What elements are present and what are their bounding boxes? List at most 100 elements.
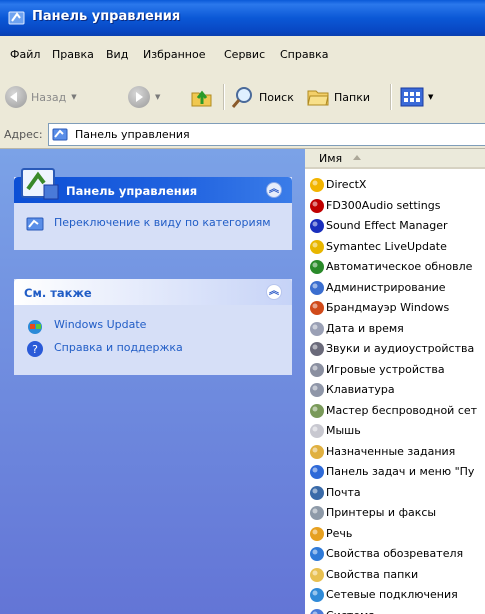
see-also-section-header[interactable]: См. также ︽ <box>14 279 292 305</box>
category-view-icon <box>26 217 44 231</box>
back-label: Назад <box>31 90 67 104</box>
address-bar: Адрес: Панель управления <box>0 120 485 149</box>
back-button[interactable]: Назад ▼ <box>5 85 77 109</box>
list-item-label: Свойства папки <box>326 567 419 581</box>
list-item[interactable]: Symantec LiveUpdate <box>305 237 485 258</box>
back-arrow-icon <box>5 86 27 108</box>
address-label: Адрес: <box>4 128 43 141</box>
auto-update-icon <box>310 260 324 274</box>
control-panel-section-header[interactable]: Панель управления ︽ <box>14 168 292 203</box>
folders-button[interactable]: Папки <box>306 85 370 109</box>
list-item-label: Звуки и аудиоустройства <box>326 342 475 355</box>
list-item[interactable]: Sound Effect Manager <box>305 216 485 237</box>
list-item[interactable]: Автоматическое обновле <box>305 257 485 278</box>
list-item-label: Принтеры и факсы <box>326 506 437 519</box>
sort-ascending-icon <box>353 155 361 160</box>
list-item-label: DirectX <box>326 178 367 191</box>
forward-dropdown-icon[interactable]: ▼ <box>155 93 160 101</box>
see-also-section: См. также ︽ Windows Update ? Справка и п… <box>14 279 292 375</box>
internet-options-icon <box>310 547 324 561</box>
list-item-label: Автоматическое обновле <box>326 260 473 273</box>
name-column-header[interactable]: Имя <box>305 149 485 169</box>
title-bar[interactable]: Панель управления <box>0 0 485 36</box>
list-item[interactable]: Клавиатура <box>305 380 485 401</box>
file-list: DirectX FD300Audio settings Sound Effect M… <box>305 175 485 614</box>
views-button[interactable]: ▼ <box>400 85 433 109</box>
admin-tools-icon <box>310 280 324 295</box>
help-icon: ? <box>27 341 43 357</box>
list-item[interactable]: Панель задач и меню "Пу <box>305 462 485 483</box>
list-item-label: Почта <box>326 485 361 499</box>
list-item[interactable]: Речь <box>305 524 485 545</box>
menu-tools[interactable]: Сервис <box>224 48 265 61</box>
search-icon <box>231 87 252 108</box>
list-item-label: Мастер беспроводной сет <box>326 403 478 417</box>
menu-bar: Файл Правка Вид Избранное Сервис Справка <box>0 36 485 77</box>
help-and-support-label: Справка и поддержка <box>54 341 183 354</box>
search-label: Поиск <box>259 90 294 104</box>
menu-favorites[interactable]: Избранное <box>143 48 205 61</box>
forward-arrow-icon <box>128 86 150 108</box>
firewall-icon <box>310 301 324 315</box>
views-icon <box>400 87 424 107</box>
menu-help[interactable]: Справка <box>280 48 328 61</box>
list-item[interactable]: Мастер беспроводной сет <box>305 401 485 422</box>
folder-options-icon <box>310 567 324 582</box>
task-pane: Панель управления ︽ Переключение к виду … <box>0 149 305 614</box>
list-item[interactable]: Свойства папки <box>305 565 485 586</box>
printers-icon <box>310 506 324 520</box>
control-panel-icon <box>8 11 25 25</box>
list-item[interactable]: Мышь <box>305 421 485 442</box>
list-item[interactable]: Принтеры и факсы <box>305 503 485 524</box>
collapse-chevron-icon[interactable]: ︽ <box>266 284 282 300</box>
control-panel-small-icon <box>52 128 68 141</box>
help-and-support-link[interactable]: ? Справка и поддержка <box>24 340 282 357</box>
fd300-icon <box>310 198 324 213</box>
list-item-label: Клавиатура <box>326 383 395 396</box>
menu-file[interactable]: Файл <box>10 48 40 61</box>
list-item[interactable]: Система <box>305 606 485 614</box>
menu-edit[interactable]: Правка <box>52 48 94 61</box>
system-icon <box>310 608 324 614</box>
list-item[interactable]: Почта <box>305 483 485 504</box>
views-dropdown-icon: ▼ <box>428 93 434 101</box>
windows-update-link[interactable]: Windows Update <box>24 317 282 334</box>
list-item[interactable]: Дата и время <box>305 319 485 340</box>
file-list-pane: Имя DirectX FD300Audio settings Sound Effe… <box>305 149 485 614</box>
directx-icon <box>310 178 324 192</box>
scheduled-tasks-icon <box>310 444 324 459</box>
list-item[interactable]: Игровые устройства <box>305 360 485 381</box>
list-item-label: Мышь <box>326 424 361 437</box>
list-item[interactable]: Назначенные задания <box>305 442 485 463</box>
search-button[interactable]: Поиск <box>231 85 294 109</box>
menu-view[interactable]: Вид <box>106 48 128 61</box>
up-folder-icon <box>191 90 212 107</box>
list-item-label: Игровые устройства <box>326 362 445 376</box>
address-field[interactable]: Панель управления <box>48 123 485 146</box>
list-item[interactable]: Администрирование <box>305 278 485 299</box>
folders-label: Папки <box>334 90 370 104</box>
list-item[interactable]: Звуки и аудиоустройства <box>305 339 485 360</box>
forward-button[interactable]: ▼ <box>128 85 160 109</box>
list-item[interactable]: Сетевые подключения <box>305 585 485 606</box>
list-item[interactable]: DirectX <box>305 175 485 196</box>
list-item-label: Администрирование <box>326 280 446 294</box>
list-item-label: Назначенные задания <box>326 444 456 458</box>
folders-icon <box>307 90 329 106</box>
up-folder-button[interactable] <box>190 85 214 109</box>
windows-update-icon <box>28 320 42 334</box>
back-dropdown-icon[interactable]: ▼ <box>71 93 76 101</box>
sounds-icon <box>310 342 324 356</box>
list-item-label: Сетевые подключения <box>326 588 458 601</box>
taskbar-icon <box>310 465 324 479</box>
list-item-label: Symantec LiveUpdate <box>326 239 447 253</box>
collapse-chevron-icon[interactable]: ︽ <box>266 182 282 198</box>
list-item[interactable]: Свойства обозревателя <box>305 544 485 565</box>
list-item[interactable]: FD300Audio settings <box>305 196 485 217</box>
svg-text:?: ? <box>32 343 38 356</box>
list-item[interactable]: Брандмауэр Windows <box>305 298 485 319</box>
list-item-label: Sound Effect Manager <box>326 219 448 232</box>
list-item-label: Дата и время <box>326 321 404 335</box>
control-panel-section-title: Панель управления <box>66 184 198 198</box>
switch-to-category-view-link[interactable]: Переключение к виду по категориям <box>24 215 282 231</box>
